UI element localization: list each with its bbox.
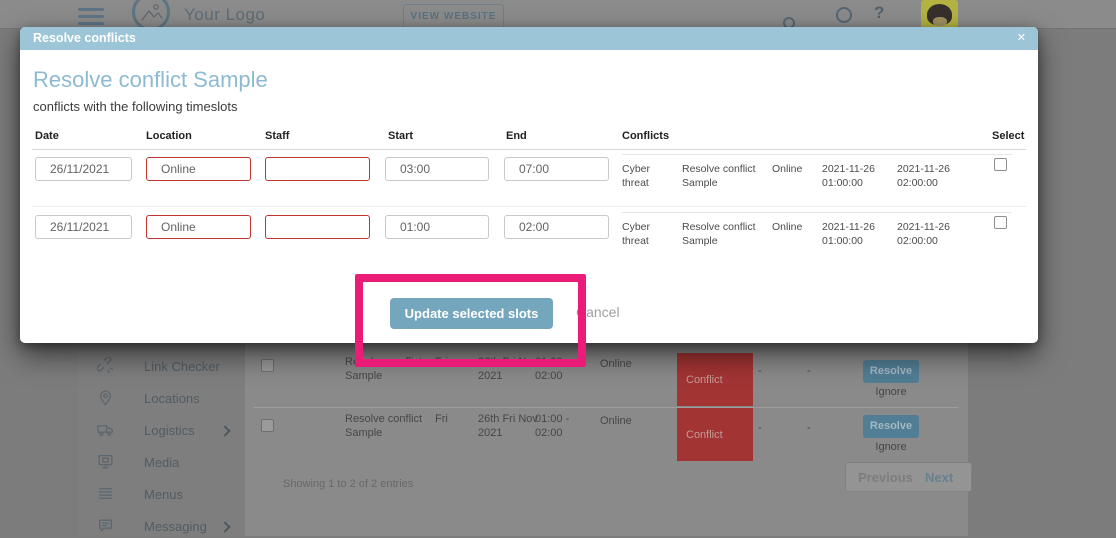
logo-text: Your Logo <box>184 5 265 25</box>
modal-subheading: conflicts with the following timeslots <box>33 99 237 114</box>
sidebar-item-messaging[interactable]: Messaging <box>78 516 245 538</box>
column-header-location: Location <box>146 130 192 142</box>
update-selected-slots-button[interactable]: Update selected slots <box>390 298 553 329</box>
event-day: Fri <box>435 355 448 369</box>
sidebar-item-locations[interactable]: Locations <box>78 388 245 410</box>
column-header-end: End <box>506 130 527 142</box>
previous-page-button[interactable]: Previous <box>858 470 913 485</box>
event-title: Resolve conflict Sample <box>345 355 433 383</box>
staff-input[interactable] <box>265 215 370 239</box>
event-day: Fri <box>435 412 448 426</box>
resolution-start: - <box>758 364 762 378</box>
resolve-button[interactable]: Resolve <box>863 360 919 383</box>
table-summary: Showing 1 to 2 of 2 entries <box>283 478 413 490</box>
event-date: 26th Fri Nov 2021 <box>478 355 540 383</box>
row-select-checkbox[interactable] <box>261 359 274 372</box>
resolve-button[interactable]: Resolve <box>863 415 919 438</box>
location-input[interactable] <box>146 215 251 239</box>
row-divider <box>32 206 1026 207</box>
event-time: 01:00 - 02:00 <box>535 412 590 440</box>
sidebar-item-label: Messaging <box>144 519 207 534</box>
list-icon <box>97 485 114 502</box>
staff-input[interactable] <box>265 157 370 181</box>
location-pin-icon <box>97 389 114 406</box>
event-location: Online <box>600 357 632 371</box>
modal-header: Resolve conflicts ✕ <box>20 27 1038 50</box>
help-icon[interactable]: ? <box>874 3 884 23</box>
hamburger-menu-icon[interactable] <box>78 8 104 29</box>
conflict-title: Resolve conflict Sample <box>682 221 764 248</box>
date-input[interactable] <box>35 215 132 239</box>
event-time: 01:00 - 02:00 <box>535 355 590 383</box>
select-slot-checkbox[interactable] <box>994 216 1007 229</box>
broken-link-icon <box>97 357 114 374</box>
modal-title: Resolve conflicts <box>33 27 136 50</box>
ignore-link[interactable]: Ignore <box>863 386 919 398</box>
support-icon[interactable] <box>836 7 852 23</box>
conflict-divider <box>622 154 1012 155</box>
pagination: Previous Next <box>845 462 972 492</box>
row-divider <box>253 407 958 408</box>
top-navigation-bar: Your Logo VIEW WEBSITE ? <box>0 0 1116 29</box>
chat-bubble-icon <box>97 517 114 534</box>
resolve-conflicts-modal: Resolve conflicts ✕ Resolve conflict Sam… <box>20 27 1038 343</box>
select-slot-checkbox[interactable] <box>994 158 1007 171</box>
sidebar-item-label: Media <box>144 455 179 470</box>
sidebar-item-media[interactable]: Media <box>78 452 245 474</box>
sidebar-item-link-checker[interactable]: Link Checker <box>78 356 245 378</box>
end-time-input[interactable] <box>504 215 609 239</box>
truck-icon <box>97 421 114 438</box>
header-divider <box>32 149 1026 150</box>
event-location: Online <box>600 414 632 428</box>
sidebar-item-label: Locations <box>144 391 200 406</box>
resolution-start: - <box>758 421 762 435</box>
conflict-start: 2021-11-26 01:00:00 <box>822 163 894 190</box>
start-time-input[interactable] <box>385 157 489 181</box>
sidebar-item-label: Link Checker <box>144 359 220 374</box>
close-icon[interactable]: ✕ <box>1017 27 1026 50</box>
sidebar-item-logistics[interactable]: Logistics <box>78 420 245 442</box>
row-select-checkbox[interactable] <box>261 419 274 432</box>
sidebar-item-menus[interactable]: Menus <box>78 484 245 506</box>
conflict-start: 2021-11-26 01:00:00 <box>822 221 894 248</box>
conflict-end: 2021-11-26 02:00:00 <box>897 163 969 190</box>
location-input[interactable] <box>146 157 251 181</box>
next-page-button[interactable]: Next <box>925 470 953 485</box>
conflict-location: Online <box>772 163 818 177</box>
modal-heading: Resolve conflict Sample <box>33 67 268 93</box>
conflict-threat: Cyber threat <box>622 221 670 248</box>
conflict-status-badge: Conflict <box>677 408 753 461</box>
column-header-select: Select <box>992 130 1024 142</box>
column-header-start: Start <box>388 130 413 142</box>
column-header-conflicts: Conflicts <box>622 130 669 142</box>
resolution-end: - <box>807 364 811 378</box>
conflict-title: Resolve conflict Sample <box>682 163 764 190</box>
cancel-link[interactable]: Cancel <box>576 304 620 320</box>
conflict-end: 2021-11-26 02:00:00 <box>897 221 969 248</box>
sidebar-item-label: Logistics <box>144 423 195 438</box>
chevron-right-icon <box>219 425 230 436</box>
column-header-date: Date <box>35 130 59 142</box>
user-avatar[interactable] <box>921 0 958 28</box>
ignore-link[interactable]: Ignore <box>863 441 919 453</box>
chevron-right-icon <box>219 521 230 532</box>
sidebar-item-label: Menus <box>144 487 183 502</box>
end-time-input[interactable] <box>504 157 609 181</box>
event-title: Resolve conflict Sample <box>345 412 433 440</box>
conflict-status-badge: Conflict <box>677 353 753 406</box>
start-time-input[interactable] <box>385 215 489 239</box>
event-date: 26th Fri Nov 2021 <box>478 412 540 440</box>
date-input[interactable] <box>35 157 132 181</box>
conflict-location: Online <box>772 221 818 235</box>
monitor-icon <box>97 453 114 470</box>
resolution-end: - <box>807 421 811 435</box>
column-header-staff: Staff <box>265 130 289 142</box>
conflict-threat: Cyber threat <box>622 163 670 190</box>
conflict-divider <box>622 212 1012 213</box>
